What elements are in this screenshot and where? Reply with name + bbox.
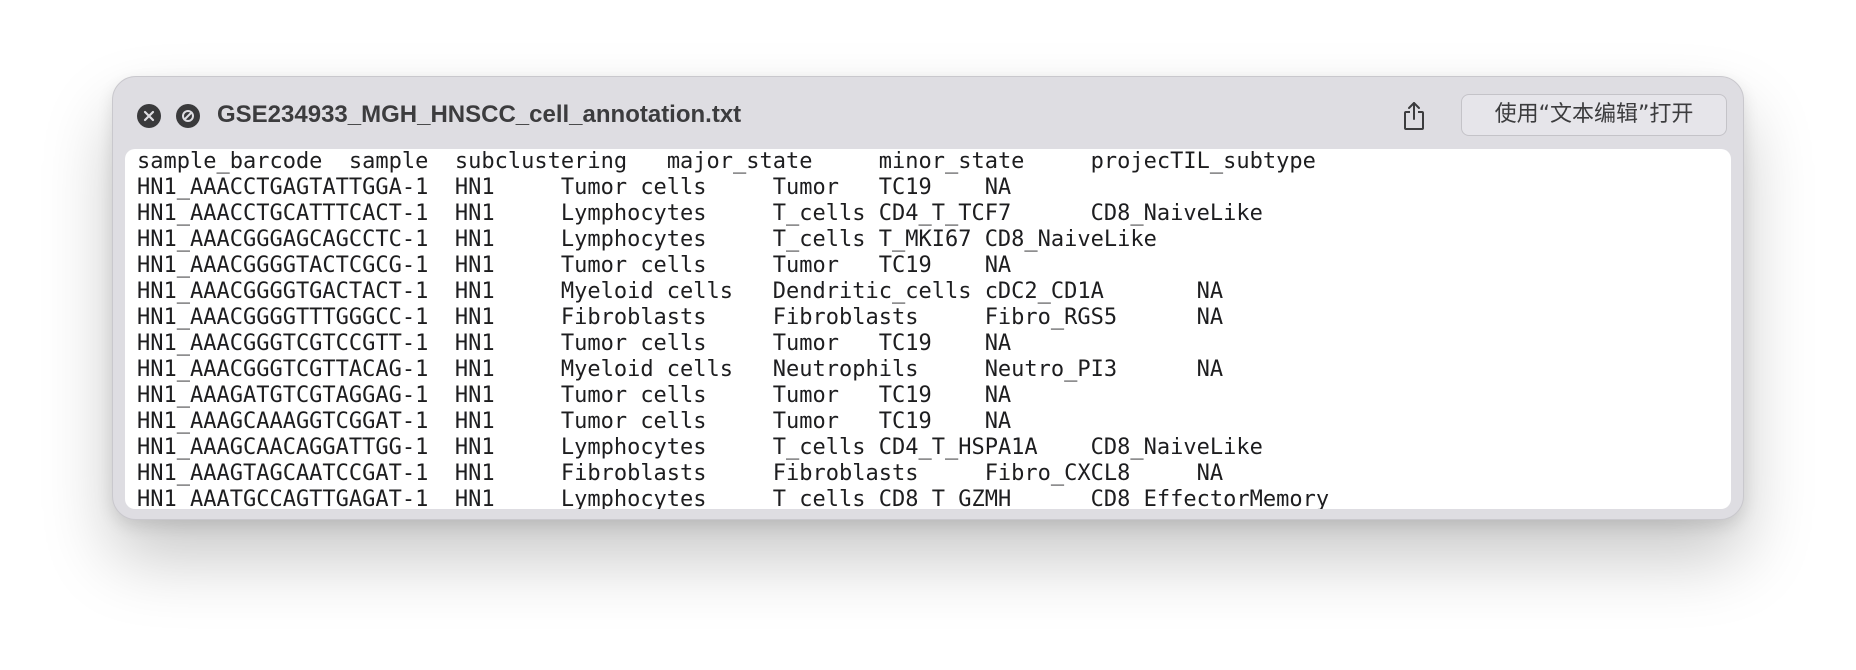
field-cell: major_state bbox=[666, 149, 813, 174]
field-cell: Tumor cells bbox=[560, 409, 707, 434]
field-cell: HN1_AAACGGGTCGTTACAG-1 bbox=[137, 357, 429, 382]
field-cell: Tumor cells bbox=[560, 383, 707, 408]
share-button[interactable] bbox=[1398, 99, 1430, 133]
field-cell: NA bbox=[1196, 279, 1224, 304]
field-cell: HN1_AAAGTAGCAATCCGAT-1 bbox=[137, 461, 429, 486]
field-cell: HN1_AAACGGGAGCAGCCTC-1 bbox=[137, 227, 429, 252]
field-cell: Tumor cells bbox=[560, 253, 707, 278]
field-cell: Fibroblasts bbox=[560, 305, 707, 330]
field-cell: HN1_AAACGGGTCGTCCGTT-1 bbox=[137, 331, 429, 356]
field-cell: NA bbox=[984, 383, 1012, 408]
field-cell: Tumor bbox=[772, 383, 839, 408]
field-cell: NA bbox=[1196, 461, 1224, 486]
field-cell: NA bbox=[984, 409, 1012, 434]
field-cell: T_cells bbox=[772, 487, 866, 509]
field-cell: HN1 bbox=[454, 305, 495, 330]
field-cell: Neutrophils bbox=[772, 357, 919, 382]
field-cell: Lymphocytes bbox=[560, 227, 707, 252]
field-cell: subclustering bbox=[454, 149, 628, 174]
field-cell: NA bbox=[1196, 305, 1224, 330]
field-cell: HN1 bbox=[454, 331, 495, 356]
field-cell: HN1_AAACGGGGTACTCGCG-1 bbox=[137, 253, 429, 278]
field-cell: projecTIL_subtype bbox=[1090, 149, 1316, 174]
field-cell: Fibro_RGS5 bbox=[984, 305, 1118, 330]
field-cell: TC19 bbox=[878, 175, 932, 200]
field-cell: T_cells bbox=[772, 435, 866, 460]
field-cell: T_cells bbox=[772, 201, 866, 226]
disabled-icon[interactable] bbox=[176, 104, 200, 128]
field-cell: CD4_T_HSPA1A bbox=[878, 435, 1038, 460]
field-cell: HN1_AAACCTGCATTTCACT-1 bbox=[137, 201, 429, 226]
field-cell: sample bbox=[348, 149, 429, 174]
field-cell: HN1_AAACCTGAGTATTGGA-1 bbox=[137, 175, 429, 200]
field-cell: NA bbox=[984, 331, 1012, 356]
window-title: GSE234933_MGH_HNSCC_cell_annotation.txt bbox=[217, 101, 742, 128]
field-cell: T_MKI67 bbox=[878, 227, 972, 252]
field-cell: HN1_AAAGCAAAGGTCGGAT-1 bbox=[137, 409, 429, 434]
field-cell: Tumor bbox=[772, 409, 839, 434]
field-cell: Fibroblasts bbox=[772, 461, 919, 486]
field-cell: Dendritic_cells bbox=[772, 279, 972, 304]
field-cell: CD8_NaiveLike bbox=[984, 227, 1157, 252]
field-cell: HN1_AAACGGGGTGACTACT-1 bbox=[137, 279, 429, 304]
field-cell: HN1 bbox=[454, 175, 495, 200]
field-cell: HN1 bbox=[454, 279, 495, 304]
field-cell: sample_barcode bbox=[137, 149, 323, 174]
field-cell: Neutro_PI3 bbox=[984, 357, 1118, 382]
field-cell: NA bbox=[984, 175, 1012, 200]
field-cell: cDC2_CD1A bbox=[984, 279, 1104, 304]
field-cell: Lymphocytes bbox=[560, 201, 707, 226]
field-cell: CD8_NaiveLike bbox=[1090, 435, 1263, 460]
field-cell: TC19 bbox=[878, 331, 932, 356]
field-cell: HN1 bbox=[454, 227, 495, 252]
field-cell: NA bbox=[1196, 357, 1224, 382]
field-cell: HN1 bbox=[454, 383, 495, 408]
field-cell: HN1 bbox=[454, 201, 495, 226]
field-cell: CD8_NaiveLike bbox=[1090, 201, 1263, 226]
field-cell: Tumor cells bbox=[560, 331, 707, 356]
field-cell: T_cells bbox=[772, 227, 866, 252]
share-icon bbox=[1404, 102, 1424, 130]
field-cell: TC19 bbox=[878, 253, 932, 278]
field-cell: TC19 bbox=[878, 409, 932, 434]
field-cell: Lymphocytes bbox=[560, 435, 707, 460]
field-cell: Tumor bbox=[772, 331, 839, 356]
field-cell: CD8_T_GZMH bbox=[878, 487, 1012, 509]
field-cell: CD4_T_TCF7 bbox=[878, 201, 1012, 226]
field-cell: Tumor bbox=[772, 175, 839, 200]
field-cell: HN1 bbox=[454, 253, 495, 278]
field-cell: HN1 bbox=[454, 409, 495, 434]
field-cell: HN1_AAAGCAACAGGATTGG-1 bbox=[137, 435, 429, 460]
field-cell: TC19 bbox=[878, 383, 932, 408]
close-icon[interactable] bbox=[137, 104, 161, 128]
field-cell: NA bbox=[984, 253, 1012, 278]
title-bar: GSE234933_MGH_HNSCC_cell_annotation.txt … bbox=[113, 77, 1743, 149]
field-cell: HN1 bbox=[454, 435, 495, 460]
field-cell: HN1 bbox=[454, 461, 495, 486]
field-cell: Fibroblasts bbox=[772, 305, 919, 330]
field-cell: minor_state bbox=[878, 149, 1025, 174]
field-cell: Tumor bbox=[772, 253, 839, 278]
field-cell: HN1_AAACGGGGTTTGGGCC-1 bbox=[137, 305, 429, 330]
quicklook-window: GSE234933_MGH_HNSCC_cell_annotation.txt … bbox=[112, 76, 1744, 520]
field-cell: Myeloid cells bbox=[560, 279, 734, 304]
field-cell: Myeloid cells bbox=[560, 357, 734, 382]
field-cell: Lymphocytes bbox=[560, 487, 707, 509]
field-cell: HN1 bbox=[454, 357, 495, 382]
open-with-textedit-button[interactable]: 使用“文本编辑”打开 bbox=[1461, 94, 1727, 136]
file-preview-area[interactable]: sample_barcode sample subclustering major_s… bbox=[125, 149, 1731, 509]
field-cell: Tumor cells bbox=[560, 175, 707, 200]
field-cell: HN1_AAAGATGTCGTAGGAG-1 bbox=[137, 383, 429, 408]
field-cell: HN1_AAATGCCAGTTGAGAT-1 bbox=[137, 487, 429, 509]
field-cell: Fibro_CXCL8 bbox=[984, 461, 1131, 486]
field-cell: Fibroblasts bbox=[560, 461, 707, 486]
field-cell: CD8_EffectorMemory bbox=[1090, 487, 1330, 509]
field-cell: HN1 bbox=[454, 487, 495, 509]
